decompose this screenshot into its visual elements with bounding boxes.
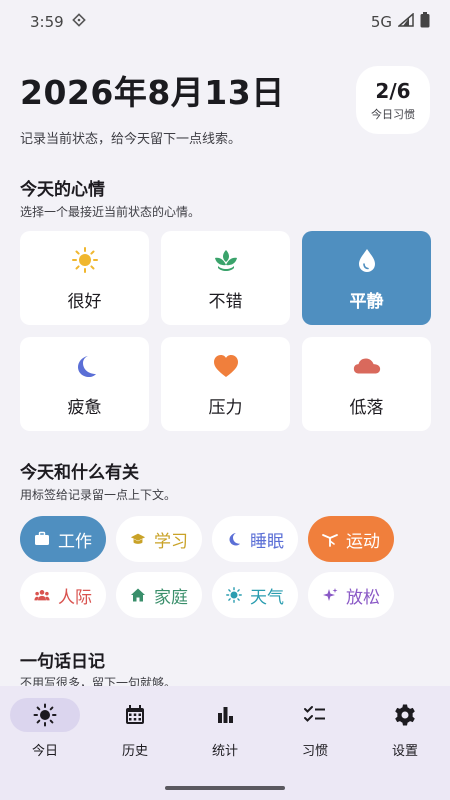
- sun-icon: [70, 245, 100, 275]
- mood-option-good[interactable]: 不错: [161, 231, 290, 325]
- nav-label: 历史: [121, 744, 148, 759]
- mood-option-great[interactable]: 很好: [20, 231, 149, 325]
- tag-work[interactable]: 工作: [20, 516, 106, 562]
- tag-label: 睡眠: [250, 531, 284, 552]
- heart-icon: [211, 351, 241, 381]
- checklist-icon: [280, 698, 350, 732]
- graduation-cap-icon: [130, 531, 146, 547]
- moon-icon: [226, 531, 242, 547]
- moon-icon: [70, 351, 100, 381]
- nav-stats[interactable]: 统计: [189, 698, 261, 759]
- tag-sleep[interactable]: 睡眠: [212, 516, 298, 562]
- tag-sport[interactable]: 运动: [308, 516, 394, 562]
- tag-section-desc: 用标签给记录留一点上下文。: [20, 488, 177, 502]
- mood-option-tired[interactable]: 疲惫: [20, 337, 149, 431]
- briefcase-icon: [34, 531, 50, 547]
- header: 2026年8月13日 记录当前状态，给今天留下一点线索。 2/6 今日习惯: [20, 66, 432, 147]
- mood-option-down[interactable]: 低落: [302, 337, 431, 431]
- status-bar: 3:59 5G: [0, 0, 450, 44]
- sparkle-icon: [322, 587, 338, 603]
- gear-icon: [370, 698, 440, 732]
- tag-study[interactable]: 学习: [116, 516, 202, 562]
- nav-habits[interactable]: 习惯: [279, 698, 351, 759]
- network-label: 5G: [370, 13, 392, 31]
- tag-label: 学习: [154, 531, 188, 552]
- nav-label: 习惯: [301, 744, 328, 759]
- signal-icon: [396, 12, 414, 31]
- habit-count: 2/6: [375, 78, 411, 103]
- sprout-icon: [211, 245, 241, 275]
- people-icon: [34, 587, 50, 603]
- mood-section-title: 今天的心情: [20, 180, 105, 200]
- nav-label: 今日: [31, 744, 58, 759]
- tag-label: 人际: [58, 587, 92, 608]
- nav-history[interactable]: 历史: [99, 698, 171, 759]
- tag-label: 天气: [250, 587, 284, 608]
- tag-label: 工作: [58, 531, 92, 552]
- calendar-icon: [100, 698, 170, 732]
- battery-icon: [420, 12, 430, 32]
- home-icon: [130, 587, 146, 603]
- nav-label: 设置: [391, 744, 418, 759]
- tag-relax[interactable]: 放松: [308, 572, 394, 618]
- nav-label: 统计: [211, 744, 238, 759]
- mood-grid: 很好 不错 平静 疲惫 压力 低落: [20, 231, 431, 431]
- mood-label: 不错: [208, 291, 243, 312]
- cloud-icon: [352, 351, 382, 381]
- tag-social[interactable]: 人际: [20, 572, 106, 618]
- tag-label: 家庭: [154, 587, 188, 608]
- tag-section-title: 今天和什么有关: [20, 463, 139, 483]
- status-time: 3:59: [30, 13, 64, 31]
- habit-progress-card[interactable]: 2/6 今日习惯: [356, 66, 430, 134]
- mood-label: 很好: [67, 291, 102, 312]
- tag-weather[interactable]: 天气: [212, 572, 298, 618]
- water-drop-icon: [352, 245, 382, 275]
- nav-settings[interactable]: 设置: [369, 698, 441, 759]
- tag-label: 运动: [346, 531, 380, 552]
- notification-icon: [71, 13, 86, 31]
- mood-option-stress[interactable]: 压力: [161, 337, 290, 431]
- mood-label: 平静: [349, 291, 384, 312]
- tag-label: 放松: [346, 587, 380, 608]
- mood-option-calm[interactable]: 平静: [302, 231, 431, 325]
- bottom-navigation: 今日 历史 统计 习惯 设置: [0, 686, 450, 800]
- bar-chart-icon: [190, 698, 260, 732]
- nav-today[interactable]: 今日: [9, 698, 81, 759]
- sun-icon: [226, 587, 242, 603]
- home-indicator[interactable]: [165, 786, 285, 790]
- tag-list: 工作 学习 睡眠 运动 人际 家庭 天气 放松: [20, 516, 432, 628]
- mood-label: 疲惫: [67, 397, 102, 418]
- mood-section-desc: 选择一个最接近当前状态的心情。: [20, 205, 201, 219]
- journal-section-title: 一句话日记: [20, 652, 105, 672]
- sun-icon: [10, 698, 80, 732]
- tag-family[interactable]: 家庭: [116, 572, 202, 618]
- mood-label: 低落: [349, 397, 384, 418]
- sport-icon: [322, 531, 338, 547]
- mood-label: 压力: [208, 397, 243, 418]
- habit-label: 今日习惯: [371, 107, 415, 121]
